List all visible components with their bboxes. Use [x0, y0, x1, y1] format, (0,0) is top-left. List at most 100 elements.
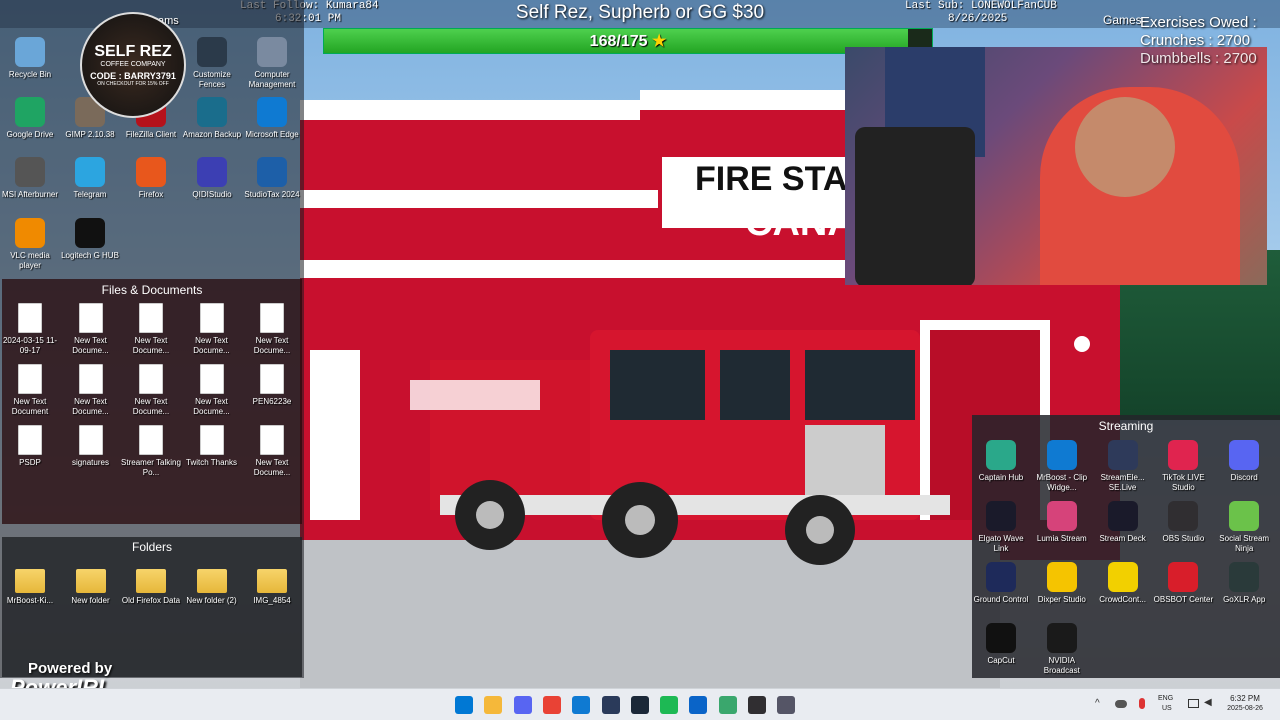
- desktop-label: VLC media player: [10, 251, 50, 270]
- streaming-tile[interactable]: NVIDIA Broadcast: [1032, 623, 1092, 676]
- edge-icon: [257, 97, 287, 127]
- document-icon: [257, 364, 287, 394]
- start-button-icon[interactable]: [455, 696, 473, 714]
- file-tile[interactable]: New Text Docume...: [182, 303, 242, 356]
- settings-icon[interactable]: [777, 696, 796, 714]
- folder-tile[interactable]: Old Firefox Data: [121, 563, 181, 606]
- computer-management-icon: [257, 37, 287, 67]
- outlook-icon[interactable]: [689, 696, 708, 714]
- streaming-tile[interactable]: Lumia Stream: [1032, 501, 1092, 544]
- tray-volume-icon[interactable]: ◀: [1204, 697, 1212, 708]
- tray-language[interactable]: ENG: [1158, 695, 1173, 702]
- folder-label: MrBoost-Ki...: [6, 596, 54, 605]
- desktop-tile[interactable]: Microsoft Edge: [242, 97, 302, 140]
- file-tile[interactable]: New Text Document: [0, 364, 60, 417]
- file-tile[interactable]: Twitch Thanks: [182, 425, 242, 468]
- desktop-tile[interactable]: Customize Fences: [182, 37, 242, 90]
- stream-deck-icon: [1107, 501, 1138, 531]
- desktop-tile[interactable]: Logitech G HUB: [60, 218, 120, 261]
- file-tile[interactable]: signatures: [61, 425, 121, 468]
- streamelements-icon: [1107, 440, 1138, 470]
- streaming-tile[interactable]: Elgato Wave Link: [971, 501, 1031, 554]
- building-sign-line2: CANA: [745, 202, 855, 244]
- tray-clock-date[interactable]: 2025-08-26: [1225, 705, 1265, 712]
- discord-taskbar-icon[interactable]: [513, 696, 532, 714]
- file-tile[interactable]: New Text Docume...: [61, 303, 121, 356]
- obs-taskbar-icon[interactable]: [748, 696, 766, 714]
- tray-mic-icon[interactable]: [1139, 698, 1145, 709]
- wave-link-icon: [986, 501, 1016, 531]
- file-explorer-icon[interactable]: [484, 696, 503, 714]
- file-label: 2024-03-15 11-09-17: [2, 336, 58, 355]
- app2-taskbar-icon[interactable]: [718, 696, 737, 714]
- app-taskbar-icon[interactable]: [601, 696, 620, 714]
- webcam-feed: [845, 47, 1267, 285]
- file-tile[interactable]: New Text Docume...: [242, 425, 302, 478]
- desktop-tile[interactable]: Firefox: [121, 157, 181, 200]
- tray-chevron-icon[interactable]: ^: [1095, 698, 1100, 709]
- desktop-tile[interactable]: Amazon Backup: [182, 97, 242, 140]
- folder-icon: [257, 563, 287, 593]
- streaming-tile[interactable]: Dixper Studio: [1032, 562, 1092, 605]
- folder-tile[interactable]: IMG_4854: [242, 563, 302, 606]
- streaming-tile[interactable]: Discord: [1214, 440, 1274, 483]
- file-tile[interactable]: New Text Docume...: [242, 303, 302, 356]
- file-tile[interactable]: New Text Docume...: [121, 303, 181, 356]
- file-tile[interactable]: 2024-03-15 11-09-17: [0, 303, 60, 356]
- streaming-panel-title: Streaming: [1098, 419, 1154, 433]
- streaming-tile[interactable]: OBSBOT Center: [1153, 562, 1213, 605]
- folder-tile[interactable]: New folder (2): [182, 563, 242, 606]
- file-label: New Text Docume...: [193, 397, 230, 416]
- streaming-label: Ground Control: [973, 595, 1029, 604]
- desktop-tile[interactable]: VLC media player: [0, 218, 60, 271]
- file-label: New Text Docume...: [193, 336, 230, 355]
- streaming-tile[interactable]: MrBoost - Clip Widge...: [1032, 440, 1092, 493]
- desktop-tile[interactable]: MSI Afterburner: [0, 157, 60, 200]
- steam-icon[interactable]: [630, 696, 649, 714]
- obsbot-icon: [1168, 562, 1199, 592]
- file-tile[interactable]: PSDP: [0, 425, 60, 468]
- desktop-tile[interactable]: Telegram: [60, 157, 120, 200]
- streaming-label: GoXLR App: [1223, 595, 1266, 604]
- streaming-tile[interactable]: Captain Hub: [971, 440, 1031, 483]
- file-tile[interactable]: New Text Docume...: [61, 364, 121, 417]
- folder-tile[interactable]: MrBoost-Ki...: [0, 563, 60, 606]
- desktop-tile[interactable]: Computer Management: [242, 37, 302, 90]
- tray-region[interactable]: US: [1162, 705, 1172, 712]
- streaming-tile[interactable]: GoXLR App: [1214, 562, 1274, 605]
- tray-clock-time[interactable]: 6:32 PM: [1225, 694, 1265, 703]
- spotify-icon[interactable]: [660, 696, 679, 714]
- streaming-tile[interactable]: Ground Control: [971, 562, 1031, 605]
- exercises-owed-widget: Exercises Owed : Crunches : 2700 Dumbbel…: [1140, 14, 1257, 68]
- discord-icon: [1229, 440, 1260, 470]
- social-stream-icon: [1229, 501, 1260, 531]
- streaming-tile[interactable]: StreamEle... SE.Live: [1093, 440, 1153, 493]
- desktop-tile[interactable]: Google Drive: [0, 97, 60, 140]
- desktop-tile[interactable]: Recycle Bin: [0, 37, 60, 80]
- streaming-tile[interactable]: Social Stream Ninja: [1214, 501, 1274, 554]
- folder-label: Old Firefox Data: [121, 596, 181, 605]
- chrome-icon[interactable]: [542, 696, 561, 714]
- document-icon: [197, 425, 227, 455]
- folder-tile[interactable]: New folder: [61, 563, 121, 606]
- streaming-tile[interactable]: CrowdCont...: [1093, 562, 1153, 605]
- file-tile[interactable]: PEN6223e: [242, 364, 302, 407]
- folder-label: New folder: [71, 596, 110, 605]
- file-tile[interactable]: Streamer Talking Po...: [121, 425, 181, 478]
- file-tile[interactable]: New Text Docume...: [121, 364, 181, 417]
- streaming-tile[interactable]: TikTok LIVE Studio: [1153, 440, 1213, 493]
- edge-taskbar-icon[interactable]: [572, 696, 591, 714]
- streaming-tile[interactable]: Stream Deck: [1093, 501, 1153, 544]
- streaming-tile[interactable]: OBS Studio: [1153, 501, 1213, 544]
- tray-cloud-icon[interactable]: [1115, 700, 1127, 708]
- logitech-ghub-icon: [75, 218, 105, 248]
- desktop-tile[interactable]: StudioTax 2024: [242, 157, 302, 200]
- desktop-label: Computer Management: [248, 70, 296, 89]
- folder-label: New folder (2): [186, 596, 237, 605]
- tray-network-icon[interactable]: [1188, 699, 1199, 708]
- streaming-tile[interactable]: CapCut: [971, 623, 1031, 666]
- desktop-tile[interactable]: QIDIStudio: [182, 157, 242, 200]
- file-tile[interactable]: New Text Docume...: [182, 364, 242, 417]
- document-icon: [15, 303, 45, 333]
- streaming-label: OBS Studio: [1162, 534, 1205, 543]
